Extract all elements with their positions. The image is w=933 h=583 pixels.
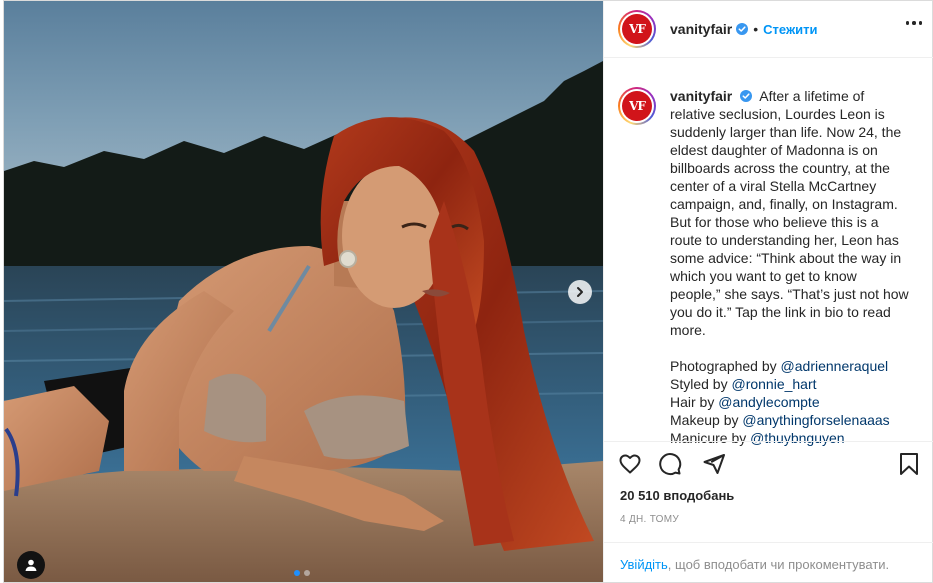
verified-badge-icon xyxy=(740,90,753,102)
more-dot xyxy=(905,21,909,25)
avatar-ring-inner: VF xyxy=(620,89,654,123)
comment-icon[interactable] xyxy=(658,452,682,476)
caption-username[interactable]: vanityfair xyxy=(670,88,732,104)
credit-line: Photographed by @adrienneraquel xyxy=(670,357,910,375)
login-prompt: Увійдіть, щоб вподобати чи прокоментуват… xyxy=(604,542,933,583)
instagram-post: VF vanityfair • Стежити VF vanityfair Af… xyxy=(3,0,933,583)
caption-author-avatar[interactable]: VF xyxy=(618,87,656,125)
login-link[interactable]: Увійдіть xyxy=(620,557,668,572)
credit-line: Makeup by @anythingforselenaaas xyxy=(670,411,910,429)
avatar-logo: VF xyxy=(622,91,652,121)
more-options-icon[interactable] xyxy=(905,21,922,25)
mention-link[interactable]: @ronnie_hart xyxy=(731,376,816,392)
heart-icon[interactable] xyxy=(618,452,642,476)
post-actions: 20 510 вподобань 4 дн. тому Увійдіть, що… xyxy=(604,441,933,583)
paper-plane-icon[interactable] xyxy=(702,452,726,476)
mention-link[interactable]: @anythingforselenaaas xyxy=(742,412,889,428)
caption-text-block: vanityfair After a lifetime of relative … xyxy=(670,87,910,339)
caption: vanityfair After a lifetime of relative … xyxy=(670,87,910,446)
carousel-indicator xyxy=(294,570,310,576)
portrait-photo xyxy=(4,1,603,582)
follow-button[interactable]: Стежити xyxy=(763,22,817,37)
credit-role: Styled by xyxy=(670,376,732,392)
carousel-dot xyxy=(304,570,310,576)
user-tags-button[interactable] xyxy=(17,551,45,579)
author-avatar[interactable]: VF xyxy=(618,10,656,48)
verified-badge-icon xyxy=(736,23,749,35)
credit-role: Makeup by xyxy=(670,412,743,428)
chevron-right-icon xyxy=(577,287,583,297)
header-separator: • xyxy=(753,21,759,37)
more-dot xyxy=(912,21,916,25)
credit-role: Photographed by xyxy=(670,358,781,374)
likes-count[interactable]: 20 510 вподобань xyxy=(620,488,734,503)
bookmark-icon[interactable] xyxy=(897,452,921,476)
carousel-dot-active xyxy=(294,570,300,576)
post-side-panel: VF vanityfair • Стежити VF vanityfair Af… xyxy=(603,1,933,582)
post-header: VF vanityfair • Стежити xyxy=(604,1,933,58)
post-photo[interactable] xyxy=(4,1,603,582)
mention-link[interactable]: @andylecompte xyxy=(718,394,819,410)
user-tag-icon xyxy=(25,559,37,571)
mention-link[interactable]: @adrienneraquel xyxy=(781,358,889,374)
avatar-ring-inner: VF xyxy=(620,12,654,46)
credit-line: Hair by @andylecompte xyxy=(670,393,910,411)
carousel-next-button[interactable] xyxy=(568,280,592,304)
avatar-logo: VF xyxy=(622,14,652,44)
post-timestamp[interactable]: 4 дн. тому xyxy=(620,514,679,525)
caption-section: VF vanityfair After a lifetime of relati… xyxy=(604,59,933,446)
caption-credits: Photographed by @adrienneraquel Styled b… xyxy=(670,357,910,447)
author-username[interactable]: vanityfair xyxy=(670,21,732,37)
credit-line: Styled by @ronnie_hart xyxy=(670,375,910,393)
credit-role: Hair by xyxy=(670,394,719,410)
login-prompt-text: , щоб вподобати чи прокоментувати. xyxy=(667,557,890,572)
more-dot xyxy=(918,21,922,25)
action-bar xyxy=(618,452,921,480)
caption-text: After a lifetime of relative seclusion, … xyxy=(670,88,909,338)
